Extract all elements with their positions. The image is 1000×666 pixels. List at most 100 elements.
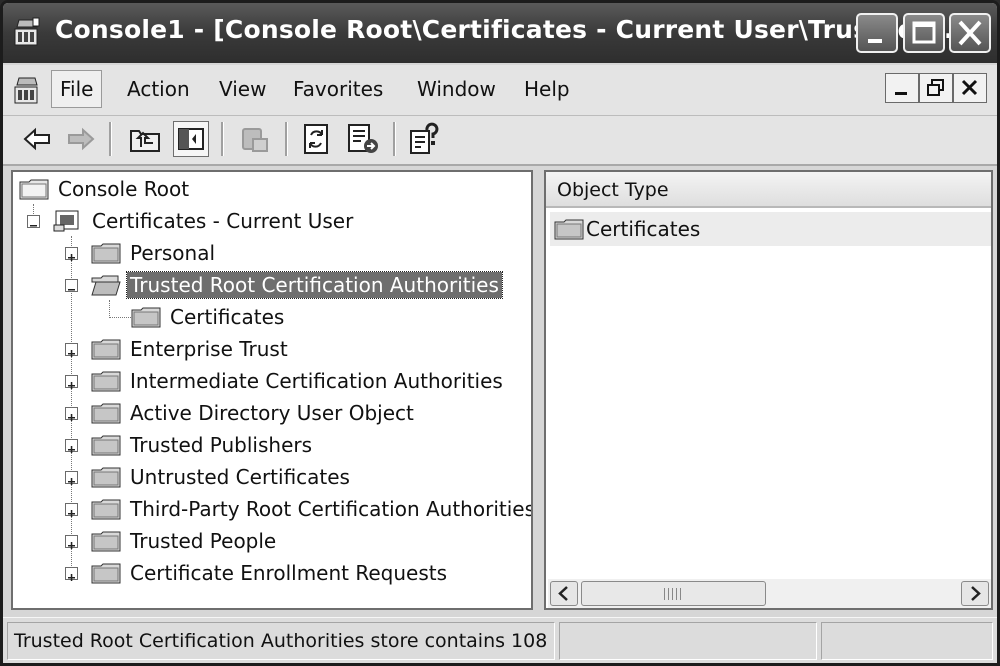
back-arrow-icon[interactable] xyxy=(19,121,55,157)
collapse-toggle[interactable] xyxy=(65,279,78,292)
refresh-icon[interactable] xyxy=(299,121,335,157)
list-item-label: Certificates xyxy=(586,217,701,241)
tree-label-selected: Trusted Root Certification Authorities xyxy=(126,271,503,299)
minimize-button[interactable] xyxy=(856,13,898,53)
menu-action[interactable]: Action xyxy=(123,77,194,101)
column-header-label: Object Type xyxy=(557,179,669,201)
up-one-level-icon[interactable] xyxy=(127,121,163,157)
status-panel-main: Trusted Root Certification Authorities s… xyxy=(7,622,555,660)
tree-label: Trusted People xyxy=(130,529,277,553)
status-panel xyxy=(821,622,993,660)
expand-toggle[interactable] xyxy=(65,375,78,389)
folder-icon xyxy=(91,403,121,424)
folder-icon xyxy=(91,467,121,488)
chevron-right-icon xyxy=(971,586,981,601)
close-icon xyxy=(958,20,982,46)
export-list-icon[interactable] xyxy=(345,121,381,157)
tree-node-active-directory-user-object[interactable]: Active Directory User Object xyxy=(91,398,417,428)
restore-icon xyxy=(927,79,944,96)
show-hide-tree-button[interactable] xyxy=(173,121,209,157)
delete-icon xyxy=(242,128,268,152)
forward-arrow-icon xyxy=(68,127,95,151)
tree-label: Third-Party Root Certification Authoriti… xyxy=(130,497,533,521)
title-bar[interactable]: Console1 - [Console Root\Certificates - … xyxy=(3,3,997,63)
tree-label: Certificate Enrollment Requests xyxy=(130,561,448,585)
menu-window[interactable]: Window xyxy=(413,77,500,101)
plus-icon xyxy=(68,542,75,549)
expand-toggle[interactable] xyxy=(65,567,78,581)
console-document-icon[interactable] xyxy=(13,75,43,105)
scroll-left-button[interactable] xyxy=(550,581,578,606)
tree-node-enterprise-trust[interactable]: Enterprise Trust xyxy=(91,334,291,364)
minimize-icon xyxy=(868,39,882,43)
folder-icon xyxy=(91,243,121,264)
menu-help[interactable]: Help xyxy=(520,77,574,101)
expand-toggle[interactable] xyxy=(65,407,78,421)
tree-node-intermediate-ca[interactable]: Intermediate Certification Authorities xyxy=(91,366,506,396)
menu-bar: File Action View Favorites Window Help xyxy=(3,65,997,116)
folder-icon xyxy=(91,563,121,584)
tree-label: Active Directory User Object xyxy=(130,401,414,425)
tree-node-certificates-current-user[interactable]: Certificates - Current User xyxy=(53,206,356,236)
folder-icon xyxy=(131,307,161,328)
tree-node-console-root[interactable]: Console Root xyxy=(19,174,192,204)
result-pane[interactable]: Object Type Certificates xyxy=(544,170,993,610)
tree-node-trusted-people[interactable]: Trusted People xyxy=(91,526,279,556)
folder-icon xyxy=(91,531,121,552)
console-tree-pane[interactable]: Console Root Certificates - Current User… xyxy=(11,170,533,610)
certificates-snapin-icon xyxy=(53,210,79,232)
maximize-button[interactable] xyxy=(903,13,945,53)
tree-node-trusted-publishers[interactable]: Trusted Publishers xyxy=(91,430,315,460)
collapse-toggle[interactable] xyxy=(27,215,40,228)
expand-toggle[interactable] xyxy=(65,535,78,549)
status-bar: Trusted Root Certification Authorities s… xyxy=(3,617,997,663)
plus-icon xyxy=(68,254,75,261)
tree-node-certificates[interactable]: Certificates xyxy=(131,302,287,332)
column-header-object-type[interactable]: Object Type xyxy=(546,172,991,208)
tree-node-untrusted-certificates[interactable]: Untrusted Certificates xyxy=(91,462,353,492)
horizontal-scrollbar[interactable] xyxy=(548,579,991,608)
plus-icon xyxy=(68,446,75,453)
expand-toggle[interactable] xyxy=(65,439,78,453)
tree-label: Untrusted Certificates xyxy=(130,465,350,489)
tree-label: Console Root xyxy=(58,177,190,201)
chevron-left-icon xyxy=(558,586,568,601)
close-button[interactable] xyxy=(949,13,991,53)
scroll-right-button[interactable] xyxy=(961,581,989,606)
list-item-certificates[interactable]: Certificates xyxy=(550,212,991,246)
child-restore-button[interactable] xyxy=(919,73,953,103)
plus-icon xyxy=(68,478,75,485)
toolbar-separator xyxy=(285,122,288,156)
tree-node-certificate-enrollment-requests[interactable]: Certificate Enrollment Requests xyxy=(91,558,450,588)
scrollbar-thumb[interactable] xyxy=(581,581,766,606)
open-folder-icon xyxy=(91,275,121,296)
folder-icon xyxy=(91,339,121,360)
status-text: Trusted Root Certification Authorities s… xyxy=(14,630,548,652)
mmc-window: Console1 - [Console Root\Certificates - … xyxy=(0,0,1000,666)
plus-icon xyxy=(68,350,75,357)
toolbar-separator xyxy=(109,122,112,156)
folder-icon xyxy=(91,371,121,392)
expand-toggle[interactable] xyxy=(65,471,78,485)
minus-icon xyxy=(68,289,75,291)
child-close-button[interactable] xyxy=(953,73,987,103)
menu-file[interactable]: File xyxy=(51,70,103,108)
maximize-icon xyxy=(912,21,936,44)
tree-node-personal[interactable]: Personal xyxy=(91,238,218,268)
menu-favorites[interactable]: Favorites xyxy=(289,77,387,101)
folder-icon xyxy=(19,179,49,200)
menu-view[interactable]: View xyxy=(215,77,270,101)
expand-toggle[interactable] xyxy=(65,343,78,357)
toolbar xyxy=(3,116,997,166)
child-minimize-button[interactable] xyxy=(885,73,919,103)
grip-icon xyxy=(664,588,684,600)
help-icon[interactable] xyxy=(407,121,443,157)
tree-node-trusted-root-ca[interactable]: Trusted Root Certification Authorities xyxy=(91,270,503,300)
close-icon xyxy=(961,79,978,96)
tree-node-third-party-root-ca[interactable]: Third-Party Root Certification Authoriti… xyxy=(91,494,533,524)
expand-toggle[interactable] xyxy=(65,247,78,261)
mmc-app-icon xyxy=(14,17,40,46)
tree-label: Certificates xyxy=(170,305,285,329)
expand-toggle[interactable] xyxy=(65,503,78,517)
toolbar-separator xyxy=(221,122,224,156)
